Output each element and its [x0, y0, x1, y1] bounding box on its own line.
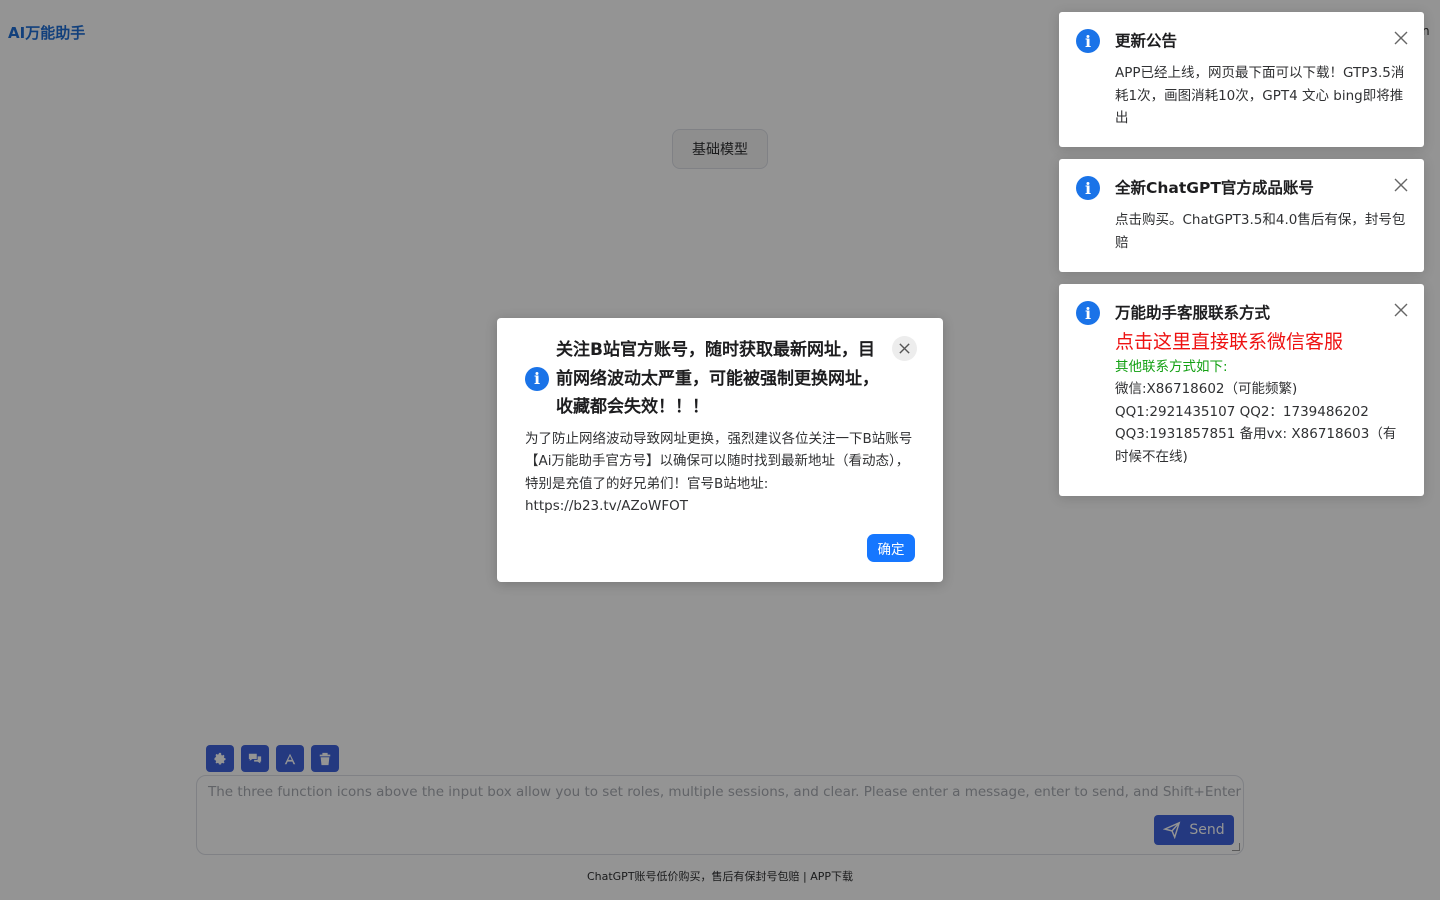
- close-icon: [1394, 178, 1408, 192]
- notification-close-button[interactable]: [1394, 177, 1408, 192]
- notification-title: 更新公告: [1115, 32, 1178, 50]
- notification-close-button[interactable]: [1394, 302, 1408, 317]
- contact-subheading: 其他联系方式如下:: [1115, 359, 1228, 375]
- dialog-close-button[interactable]: [892, 336, 917, 361]
- info-icon: i: [1076, 29, 1100, 53]
- close-icon: [1394, 31, 1408, 45]
- contact-line: 微信:X86718602（可能频繁): [1115, 381, 1298, 397]
- notification-body: 点击这里直接联系微信客服 其他联系方式如下: 微信:X86718602（可能频繁…: [1115, 328, 1406, 468]
- info-icon: i: [525, 366, 549, 391]
- contact-line: QQ3:1931857851 备用vx: X86718603（有时候不在线): [1115, 426, 1397, 465]
- info-icon: i: [1076, 301, 1100, 325]
- notification-body: 点击购买。ChatGPT3.5和4.0售后有保，封号包赔: [1115, 212, 1406, 251]
- close-icon: [1394, 303, 1408, 317]
- dialog-title: 关注B站官方账号，随时获取最新网址，目前网络波动太严重，可能被强制更换网址，收藏…: [556, 340, 879, 417]
- notice-dialog: i 关注B站官方账号，随时获取最新网址，目前网络波动太严重，可能被强制更换网址，…: [497, 318, 943, 582]
- wechat-support-link[interactable]: 点击这里直接联系微信客服: [1115, 328, 1406, 356]
- notification-title: 万能助手客服联系方式: [1115, 304, 1271, 322]
- notification-body: APP已经上线，网页最下面可以下载！GTP3.5消耗1次，画图消耗10次，GPT…: [1115, 65, 1405, 126]
- confirm-button[interactable]: 确定: [867, 534, 915, 562]
- notification-account[interactable]: i 全新ChatGPT官方成品账号 点击购买。ChatGPT3.5和4.0售后有…: [1059, 159, 1424, 272]
- contact-line: QQ1:2921435107 QQ2：1739486202: [1115, 403, 1369, 420]
- notification-close-button[interactable]: [1394, 30, 1408, 45]
- dialog-body: 为了防止网络波动导致网址更换，强烈建议各位关注一下B站账号【Ai万能助手官方号】…: [525, 430, 913, 515]
- notification-contact: i 万能助手客服联系方式 点击这里直接联系微信客服 其他联系方式如下: 微信:X…: [1059, 284, 1424, 496]
- info-icon: i: [1076, 176, 1100, 200]
- close-icon: [899, 343, 910, 354]
- notification-title: 全新ChatGPT官方成品账号: [1115, 179, 1314, 197]
- notification-update: i 更新公告 APP已经上线，网页最下面可以下载！GTP3.5消耗1次，画图消耗…: [1059, 12, 1424, 147]
